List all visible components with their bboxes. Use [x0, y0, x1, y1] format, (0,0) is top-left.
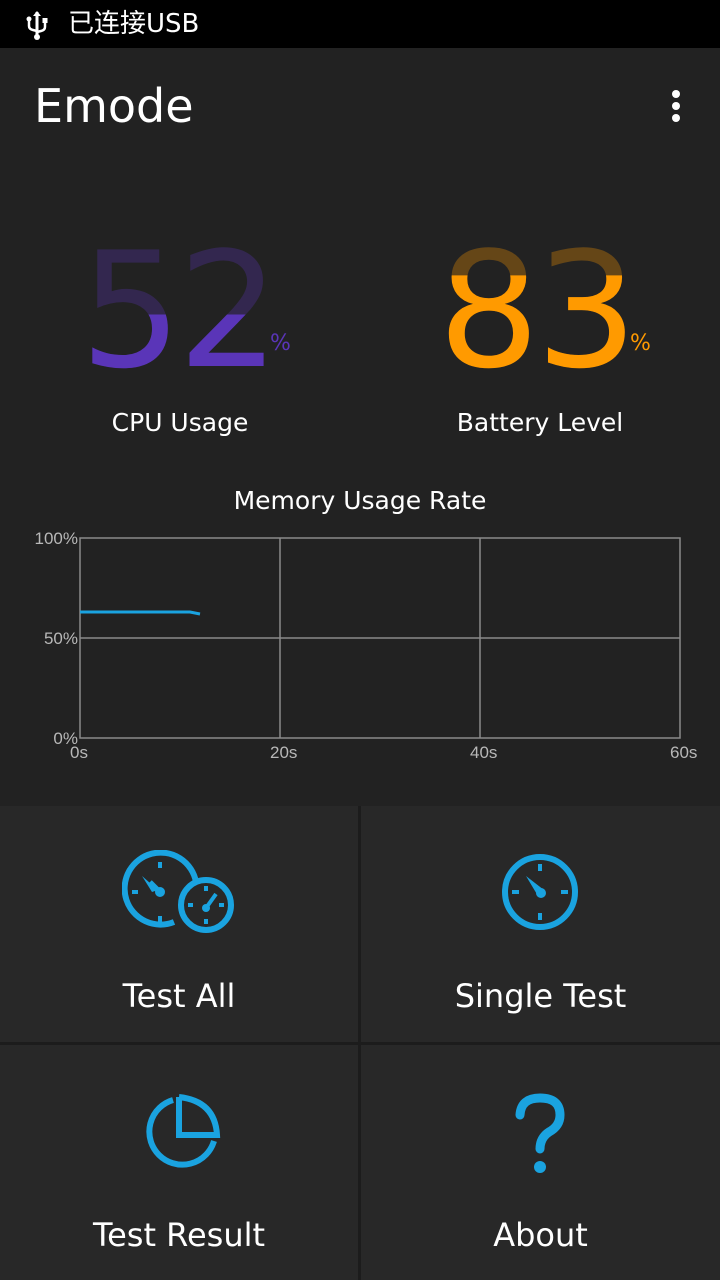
app-title: Emode — [34, 79, 194, 133]
x-tick-label: 60s — [670, 743, 697, 762]
app-screen: Emode 52 52 % CPU Usage 83 83 % Battery … — [0, 48, 720, 1280]
cpu-percent-sign: % — [270, 331, 291, 356]
overflow-menu-button[interactable] — [656, 84, 696, 128]
status-bar: 已连接USB — [0, 0, 720, 48]
test-all-button[interactable]: Test All — [0, 806, 358, 1042]
x-tick-label: 20s — [270, 743, 297, 762]
memory-usage-chart: 0%50%100%0s 20s 40s 60s — [35, 529, 698, 762]
single-test-label: Single Test — [454, 977, 627, 1015]
more-icon-dot — [672, 114, 680, 122]
single-test-icon — [502, 854, 578, 930]
menu-grid: Test All Single Test Test Result About — [0, 806, 720, 1280]
about-button[interactable]: About — [361, 1045, 720, 1280]
battery-percent-sign: % — [630, 331, 651, 356]
y-tick-label: 100% — [35, 529, 78, 548]
y-tick-label: 50% — [44, 629, 78, 648]
about-label: About — [493, 1216, 588, 1254]
test-all-icon — [122, 850, 234, 933]
memory-usage-line — [80, 610, 201, 616]
usb-icon — [26, 11, 48, 40]
pie-chart-icon — [146, 1094, 221, 1168]
single-test-button[interactable]: Single Test — [361, 806, 720, 1042]
test-result-label: Test Result — [92, 1216, 266, 1254]
cpu-gauge: 52 52 % — [80, 231, 320, 436]
app-bar: Emode — [0, 48, 720, 168]
status-text: 已连接USB — [68, 9, 200, 39]
question-mark-icon — [515, 1093, 565, 1173]
x-tick-label: 40s — [470, 743, 497, 762]
test-all-label: Test All — [122, 977, 236, 1015]
chart-title: Memory Usage Rate — [233, 486, 487, 515]
x-tick-label: 0s — [70, 743, 88, 762]
battery-gauge: 83 83 % — [438, 231, 678, 436]
test-result-button[interactable]: Test Result — [0, 1045, 358, 1280]
cpu-usage-label: CPU Usage — [111, 408, 249, 437]
more-icon-dot — [672, 90, 680, 98]
more-icon-dot — [672, 102, 680, 110]
battery-level-label: Battery Level — [456, 408, 624, 437]
